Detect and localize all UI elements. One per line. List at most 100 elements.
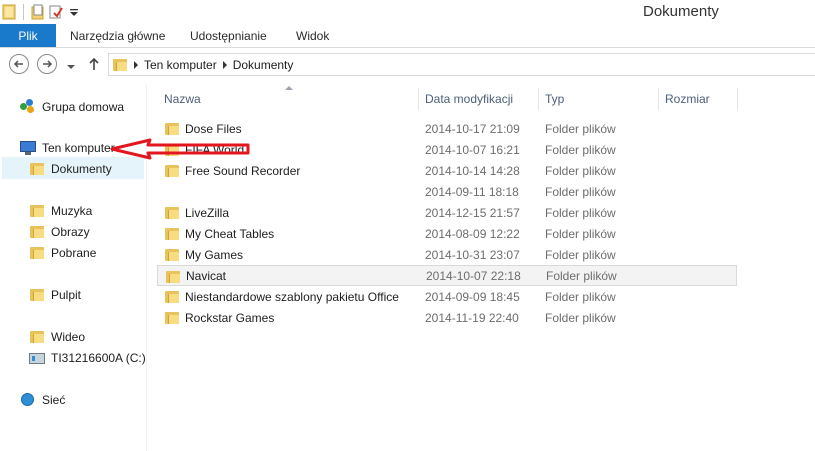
- arrow-up-icon: [89, 57, 99, 70]
- sort-ascending-icon: [285, 86, 293, 90]
- table-row[interactable]: Navicat 2014-10-07 22:18 Folder plików: [157, 265, 737, 286]
- nav-item-label: Muzyka: [51, 203, 93, 218]
- homegroup-icon: [20, 98, 36, 115]
- folder-icon: [164, 205, 180, 221]
- table-row[interactable]: Rockstar Games 2014-11-19 22:40 Folder p…: [157, 307, 737, 328]
- folder-icon: [29, 245, 45, 261]
- column-resize-handle[interactable]: [658, 88, 659, 110]
- computer-icon: [20, 140, 36, 156]
- ribbon-tabs: Plik Narzędzia główne Udostępnianie Wido…: [0, 24, 815, 48]
- table-row[interactable]: My Cheat Tables 2014-08-09 12:22 Folder …: [157, 223, 737, 244]
- file-name: My Cheat Tables: [185, 226, 275, 241]
- nav-item-homegroup[interactable]: Grupa domowa: [20, 96, 124, 117]
- nav-item-downloads[interactable]: Pobrane: [29, 242, 96, 263]
- file-date: 2014-10-14 14:28: [425, 163, 520, 178]
- file-name: Rockstar Games: [185, 310, 275, 325]
- column-resize-handle[interactable]: [737, 88, 738, 110]
- file-type: Folder plików: [545, 205, 616, 220]
- nav-item-label: TI31216600A (C:): [51, 350, 146, 365]
- navigation-bar: Ten komputer Dokumenty: [0, 48, 815, 84]
- nav-item-network[interactable]: Sieć: [20, 389, 65, 410]
- arrow-left-icon: [13, 60, 23, 68]
- column-resize-handle[interactable]: [538, 88, 539, 110]
- nav-item-label: Obrazy: [51, 224, 90, 239]
- back-button[interactable]: [9, 54, 29, 74]
- file-type: Folder plików: [545, 163, 616, 178]
- folder-icon: [164, 247, 180, 263]
- tab-share[interactable]: Udostępnianie: [190, 24, 267, 47]
- file-date: 2014-12-15 21:57: [425, 205, 520, 220]
- quick-access-toolbar: [0, 2, 83, 22]
- file-date: 2014-11-19 22:40: [425, 310, 519, 325]
- nav-item-label: Dokumenty: [51, 161, 112, 176]
- file-type: Folder plików: [545, 310, 616, 325]
- folder-icon: [164, 163, 180, 179]
- column-resize-handle[interactable]: [418, 88, 419, 110]
- column-headers: Nazwa Data modyfikacji Typ Rozmiar: [157, 86, 815, 112]
- nav-item-local-disk[interactable]: TI31216600A (C:): [29, 347, 146, 368]
- table-row[interactable]: 2014-09-11 18:18 Folder plików: [157, 181, 737, 202]
- file-date: 2014-10-07 16:21: [425, 142, 520, 157]
- folder-icon: [164, 289, 180, 305]
- forward-button[interactable]: [37, 54, 57, 74]
- column-header-type[interactable]: Typ: [545, 86, 564, 112]
- file-name: LiveZilla: [185, 205, 230, 220]
- file-date: 2014-09-11 18:18: [425, 184, 519, 199]
- recent-locations-button[interactable]: [66, 60, 76, 74]
- file-name: Dose Files: [185, 121, 242, 136]
- table-row[interactable]: Niestandardowe szablony pakietu Office 2…: [157, 286, 737, 307]
- file-name: My Games: [185, 247, 244, 262]
- breadcrumb-documents[interactable]: Dokumenty: [233, 58, 294, 72]
- file-date: 2014-10-17 21:09: [425, 121, 520, 136]
- nav-item-label: Ten komputer: [42, 140, 115, 155]
- nav-item-videos[interactable]: Wideo: [29, 326, 85, 347]
- file-type: Folder plików: [545, 184, 616, 199]
- up-button[interactable]: [88, 57, 100, 74]
- tab-home[interactable]: Narzędzia główne: [70, 24, 165, 47]
- table-row[interactable]: LiveZilla 2014-12-15 21:57 Folder plików: [157, 202, 737, 223]
- arrow-right-icon: [43, 60, 53, 68]
- table-row[interactable]: Free Sound Recorder 2014-10-14 14:28 Fol…: [157, 160, 737, 181]
- new-folder-icon[interactable]: [47, 3, 65, 21]
- table-row[interactable]: My Games 2014-10-31 23:07 Folder plików: [157, 244, 737, 265]
- file-type: Folder plików: [545, 121, 616, 136]
- nav-item-label: Grupa domowa: [42, 99, 125, 114]
- nav-item-pictures[interactable]: Obrazy: [29, 221, 90, 242]
- nav-item-label: Sieć: [42, 392, 66, 407]
- tab-view[interactable]: Widok: [296, 24, 329, 47]
- file-date: 2014-10-07 22:18: [426, 268, 521, 283]
- nav-item-desktop[interactable]: Pulpit: [29, 284, 81, 305]
- tab-file[interactable]: Plik: [0, 24, 56, 47]
- folder-icon: [112, 57, 128, 73]
- file-type: Folder plików: [545, 142, 616, 157]
- nav-item-documents[interactable]: Dokumenty: [29, 158, 112, 179]
- breadcrumb-this-pc[interactable]: Ten komputer: [144, 58, 217, 72]
- folder-icon: [165, 269, 181, 285]
- folder-icon: [29, 161, 45, 177]
- nav-item-label: Wideo: [51, 329, 86, 344]
- nav-item-this-pc[interactable]: Ten komputer: [20, 137, 115, 158]
- address-bar[interactable]: Ten komputer Dokumenty: [108, 53, 815, 76]
- drive-icon: [29, 350, 45, 366]
- file-type: Folder plików: [545, 289, 616, 304]
- window-folder-icon[interactable]: [0, 3, 18, 21]
- file-type: Folder plików: [545, 226, 616, 241]
- qat-separator: [23, 4, 24, 20]
- breadcrumb-separator-icon[interactable]: [134, 60, 138, 69]
- file-date: 2014-09-09 18:45: [425, 289, 520, 304]
- nav-item-label: Pulpit: [51, 287, 82, 302]
- column-header-name[interactable]: Nazwa: [164, 86, 201, 112]
- folder-icon: [164, 310, 180, 326]
- properties-icon[interactable]: [29, 3, 47, 21]
- annotation-arrow-icon: [110, 138, 250, 160]
- breadcrumb-separator-icon[interactable]: [222, 60, 227, 69]
- window-title: Dokumenty: [643, 3, 719, 20]
- column-header-date[interactable]: Data modyfikacji: [425, 86, 513, 112]
- folder-icon: [164, 121, 180, 137]
- file-date: 2014-08-09 12:22: [425, 226, 520, 241]
- folder-icon: [29, 203, 45, 219]
- customize-qat-chevron-icon[interactable]: [65, 3, 83, 21]
- column-header-size[interactable]: Rozmiar: [665, 86, 710, 112]
- file-type: Folder plików: [546, 268, 617, 283]
- nav-item-music[interactable]: Muzyka: [29, 200, 92, 221]
